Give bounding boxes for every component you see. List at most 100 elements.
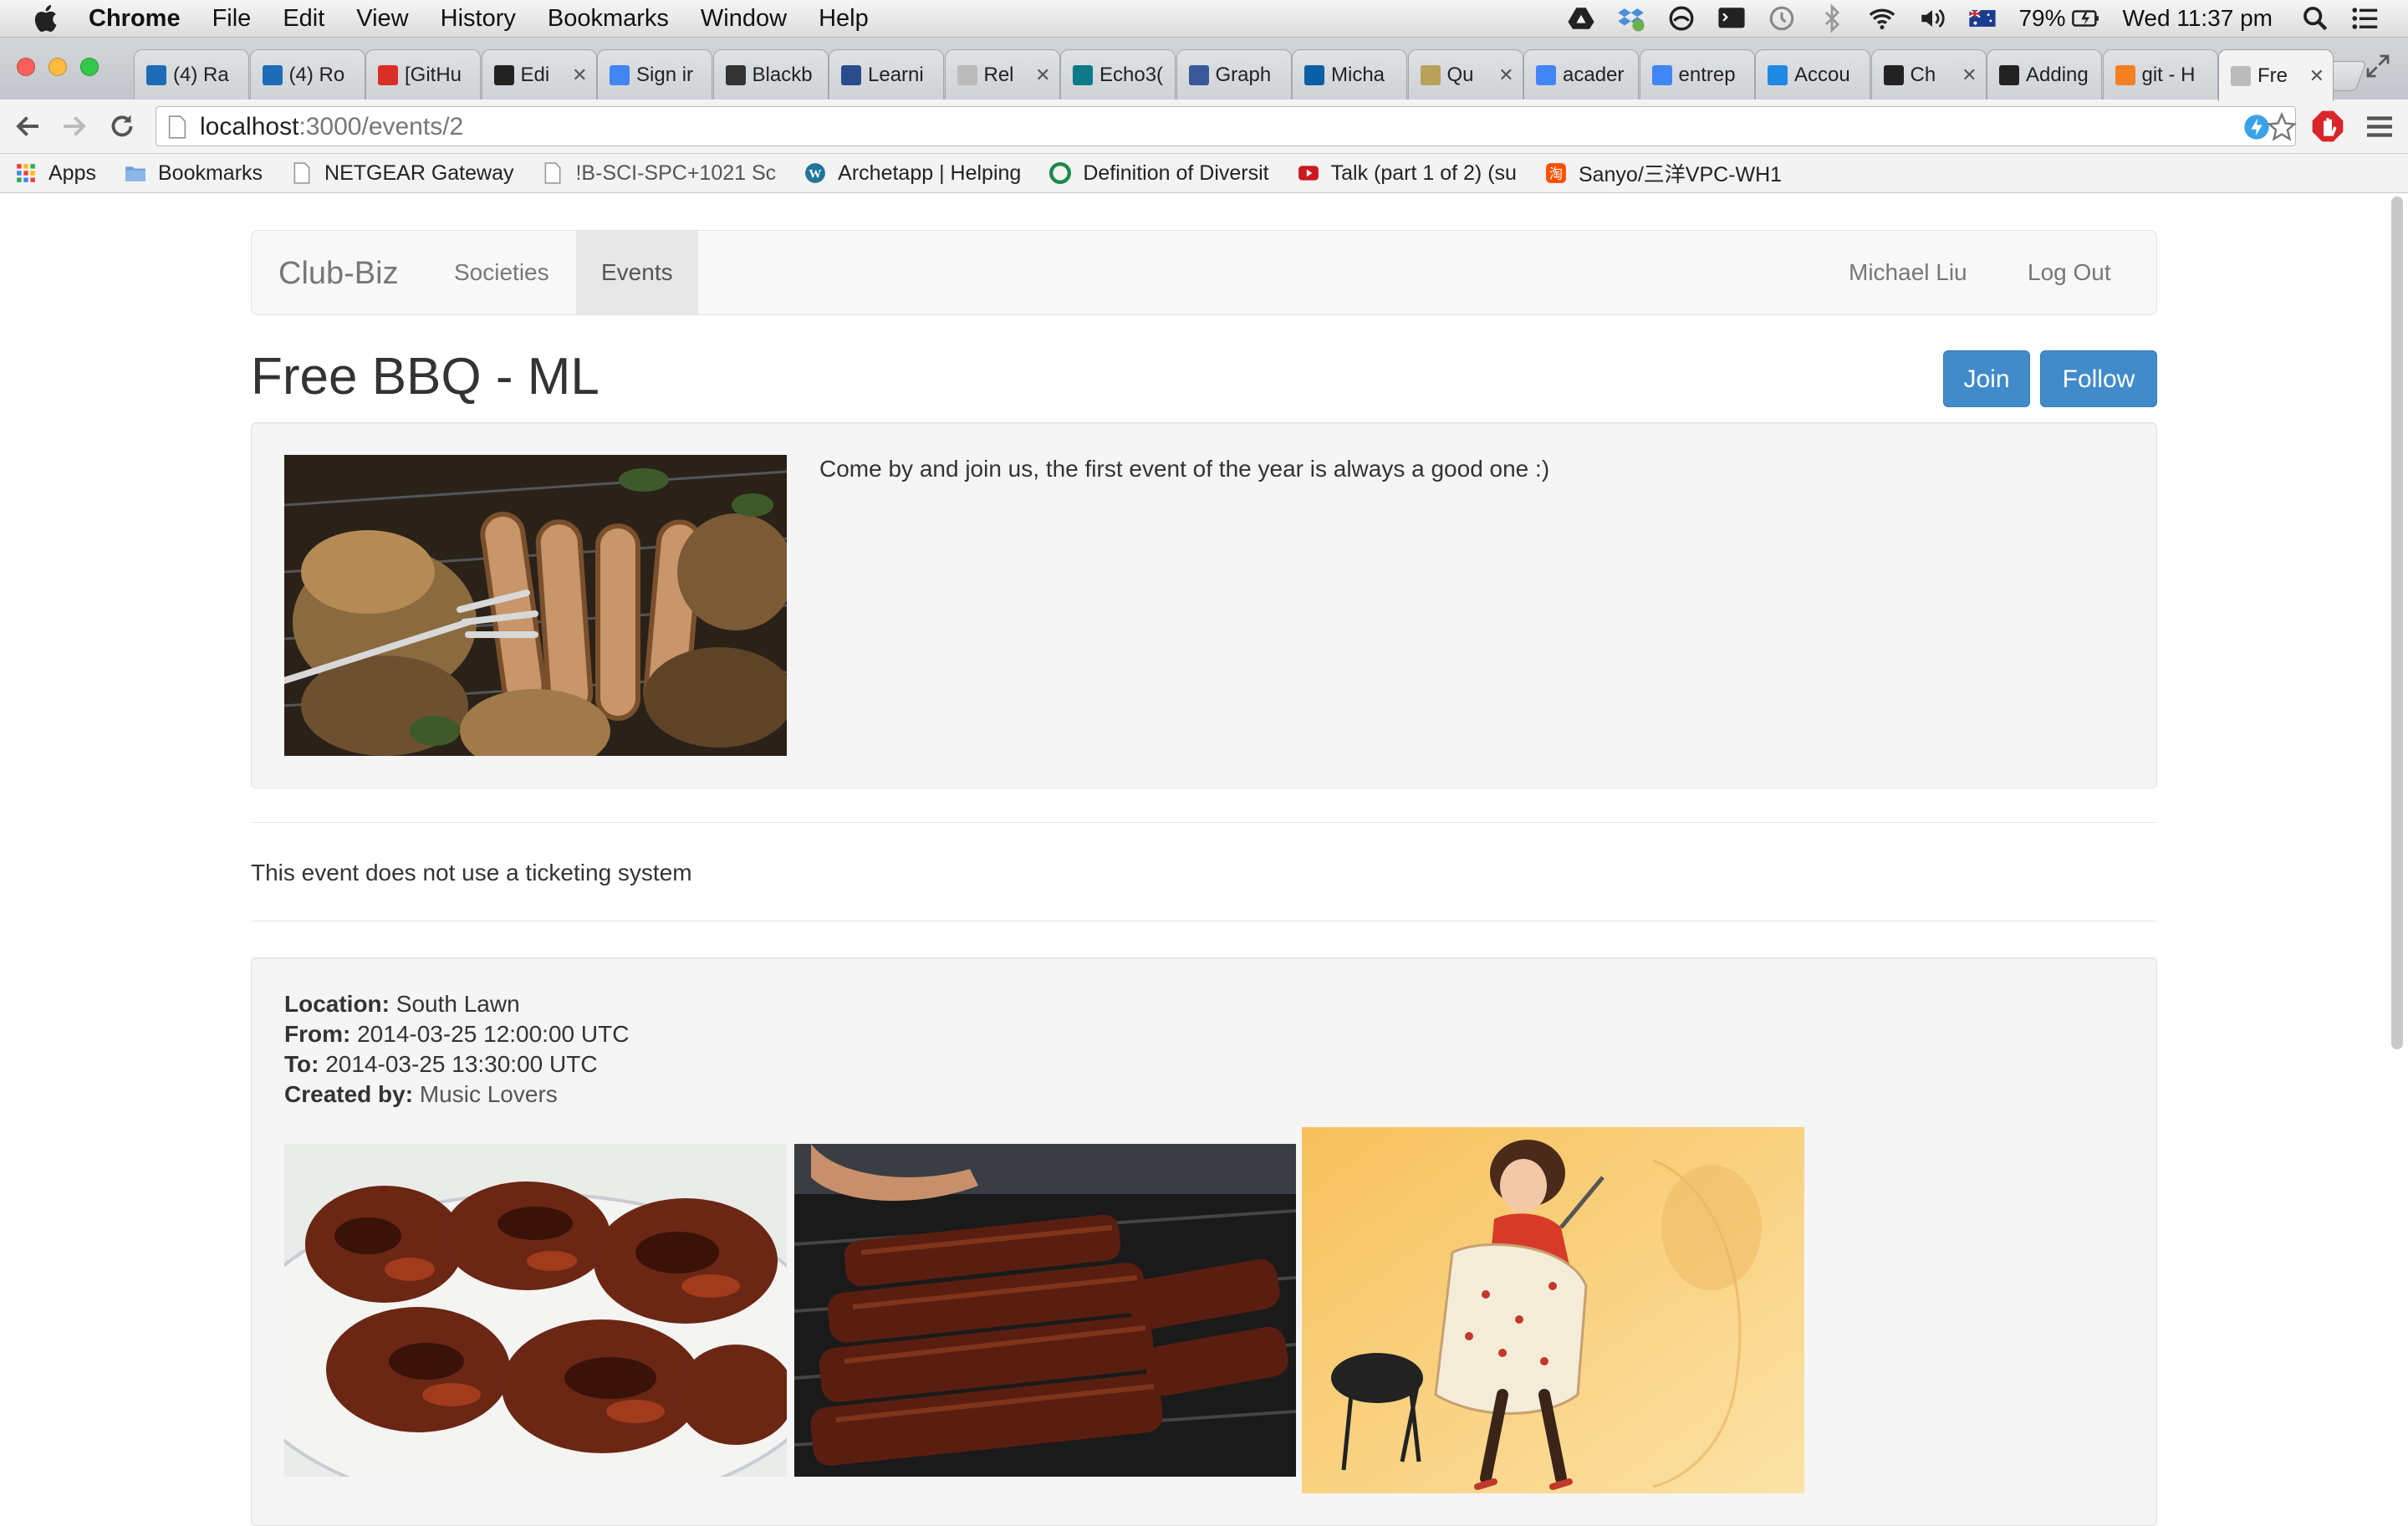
gallery-photo-chicken[interactable] xyxy=(284,1144,787,1477)
browser-tab[interactable]: Edi ✕ xyxy=(481,49,597,100)
browser-tab[interactable]: Adding xyxy=(1987,49,2102,100)
volume-icon[interactable] xyxy=(1918,4,1946,33)
bookmark-netgear[interactable]: NETGEAR Gateway xyxy=(291,161,513,186)
browser-tab[interactable]: Graph xyxy=(1176,49,1292,100)
university-icon xyxy=(841,64,861,85)
nav-events[interactable]: Events xyxy=(576,231,698,314)
reload-icon[interactable] xyxy=(107,111,137,141)
browser-tab[interactable]: git - H xyxy=(2102,49,2218,100)
sync-icon[interactable] xyxy=(1667,4,1696,33)
trello-icon xyxy=(262,64,283,85)
close-tab-icon[interactable]: ✕ xyxy=(1035,64,1050,86)
dropbox-icon[interactable] xyxy=(1617,4,1645,33)
menu-window[interactable]: Window xyxy=(701,5,787,33)
tab-title: acader xyxy=(1563,63,1625,86)
zoom-window-button[interactable] xyxy=(80,58,99,76)
gmail-icon xyxy=(378,64,398,85)
menu-edit[interactable]: Edit xyxy=(283,5,324,33)
close-tab-icon[interactable]: ✕ xyxy=(572,64,587,86)
minimize-window-button[interactable] xyxy=(48,58,67,76)
url-text[interactable]: localhost:3000/events/2 xyxy=(200,113,463,141)
browser-tab[interactable]: Sign ir xyxy=(597,49,712,100)
tab-title: (4) Ra xyxy=(173,63,229,86)
to-label: To: xyxy=(284,1051,319,1077)
join-button[interactable]: Join xyxy=(1943,350,2030,407)
site-brand[interactable]: Club-Biz xyxy=(278,256,399,292)
browser-tab[interactable]: (4) Ra xyxy=(134,49,249,100)
svg-text:W: W xyxy=(809,166,822,181)
close-tab-icon[interactable]: ✕ xyxy=(1498,64,1513,86)
adblock-icon[interactable] xyxy=(2311,110,2344,143)
battery-percent: 79% xyxy=(2018,5,2066,31)
google-drive-icon[interactable] xyxy=(1567,4,1595,33)
browser-tab[interactable]: [GitHu xyxy=(365,49,481,100)
browser-tab[interactable]: acader xyxy=(1523,49,1639,100)
tab-title: Rel xyxy=(983,63,1014,86)
menu-bookmarks[interactable]: Bookmarks xyxy=(548,5,669,33)
browser-tab[interactable]: Accou xyxy=(1755,49,1870,100)
bookmark-sci-spc[interactable]: !B-SCI-SPC+1021 Sc xyxy=(542,161,776,186)
menu-view[interactable]: View xyxy=(356,5,408,33)
address-bar[interactable]: localhost:3000/events/2 xyxy=(156,106,2297,146)
bookmark-folder[interactable]: Bookmarks xyxy=(125,161,263,186)
browser-tab[interactable]: (4) Ro xyxy=(249,49,365,100)
australia-flag-icon[interactable] xyxy=(1968,4,1997,33)
bookmarks-bar: Apps Bookmarks NETGEAR Gateway !B-SCI-SP… xyxy=(0,154,2408,193)
apple-icon[interactable] xyxy=(30,2,64,35)
bookmark-apps[interactable]: Apps xyxy=(15,161,96,186)
terminal-icon[interactable] xyxy=(1717,4,1746,33)
wifi-icon[interactable] xyxy=(1868,4,1896,33)
close-tab-icon[interactable]: ✕ xyxy=(2309,65,2324,87)
back-icon[interactable] xyxy=(13,111,43,141)
battery-icon[interactable] xyxy=(2072,4,2100,33)
browser-tab[interactable]: Echo3( xyxy=(1060,49,1176,100)
github-icon xyxy=(1999,64,2019,85)
chrome-menu-icon[interactable] xyxy=(2363,110,2396,143)
gallery-photo-ribs[interactable] xyxy=(794,1144,1296,1477)
bookmark-archetapp[interactable]: W Archetapp | Helping xyxy=(804,161,1021,186)
browser-tab[interactable]: Ch ✕ xyxy=(1870,49,1987,100)
browser-tab[interactable]: Rel ✕ xyxy=(944,49,1060,100)
forward-icon[interactable] xyxy=(59,111,89,141)
fullscreen-icon[interactable] xyxy=(2365,53,2391,79)
page-scrollbar[interactable] xyxy=(2391,196,2403,1049)
tab-title: Sign ir xyxy=(636,63,694,86)
bookmark-label: Talk (part 1 of 2) (su xyxy=(1330,161,1517,185)
created-by-label: Created by: xyxy=(284,1081,414,1107)
spotlight-search-icon[interactable] xyxy=(2301,4,2329,33)
bookmark-talk[interactable]: Talk (part 1 of 2) (su xyxy=(1298,161,1517,186)
youtube-icon xyxy=(1298,166,1319,181)
notification-center-icon[interactable] xyxy=(2351,4,2380,33)
browser-tab[interactable]: Learni xyxy=(829,49,944,100)
browser-tab[interactable]: Blackb xyxy=(712,49,829,100)
menu-history[interactable]: History xyxy=(441,5,516,33)
follow-button[interactable]: Follow xyxy=(2040,350,2157,407)
gallery-photo-pinup[interactable] xyxy=(1302,1127,1804,1493)
bookmark-star-icon[interactable] xyxy=(2267,112,2297,142)
time-machine-icon[interactable] xyxy=(1768,4,1796,33)
menu-app-name[interactable]: Chrome xyxy=(89,5,181,33)
menu-file[interactable]: File xyxy=(212,5,252,33)
tab-title: Graph xyxy=(1215,63,1272,86)
nav-user-name[interactable]: Michael Liu xyxy=(1824,231,1992,314)
menu-clock[interactable]: Wed 11:37 pm xyxy=(2122,5,2273,32)
page-icon xyxy=(168,115,186,139)
tab-title: Echo3( xyxy=(1099,63,1164,86)
close-tab-icon[interactable]: ✕ xyxy=(1962,64,1977,86)
bookmark-sanyo[interactable]: 淘 Sanyo/三洋VPC-WH1 xyxy=(1545,158,1782,188)
echo-icon xyxy=(1073,64,1093,85)
nav-logout[interactable]: Log Out xyxy=(2002,231,2136,314)
browser-tab[interactable]: entrep xyxy=(1639,49,1755,100)
browser-tab[interactable]: Fre ✕ xyxy=(2218,49,2334,101)
nav-societies[interactable]: Societies xyxy=(429,231,574,314)
created-by-link[interactable]: Music Lovers xyxy=(420,1081,558,1107)
event-main-photo xyxy=(284,455,787,756)
close-window-button[interactable] xyxy=(17,58,35,76)
bluetooth-icon[interactable] xyxy=(1818,4,1846,33)
bookmark-diversity[interactable]: Definition of Diversit xyxy=(1049,161,1269,186)
page-icon xyxy=(2231,65,2251,86)
menu-help[interactable]: Help xyxy=(819,5,869,33)
browser-tab[interactable]: Qu ✕ xyxy=(1407,49,1523,100)
browser-tab[interactable]: Micha xyxy=(1292,49,1407,100)
bookmark-label: Archetapp | Helping xyxy=(838,161,1022,185)
